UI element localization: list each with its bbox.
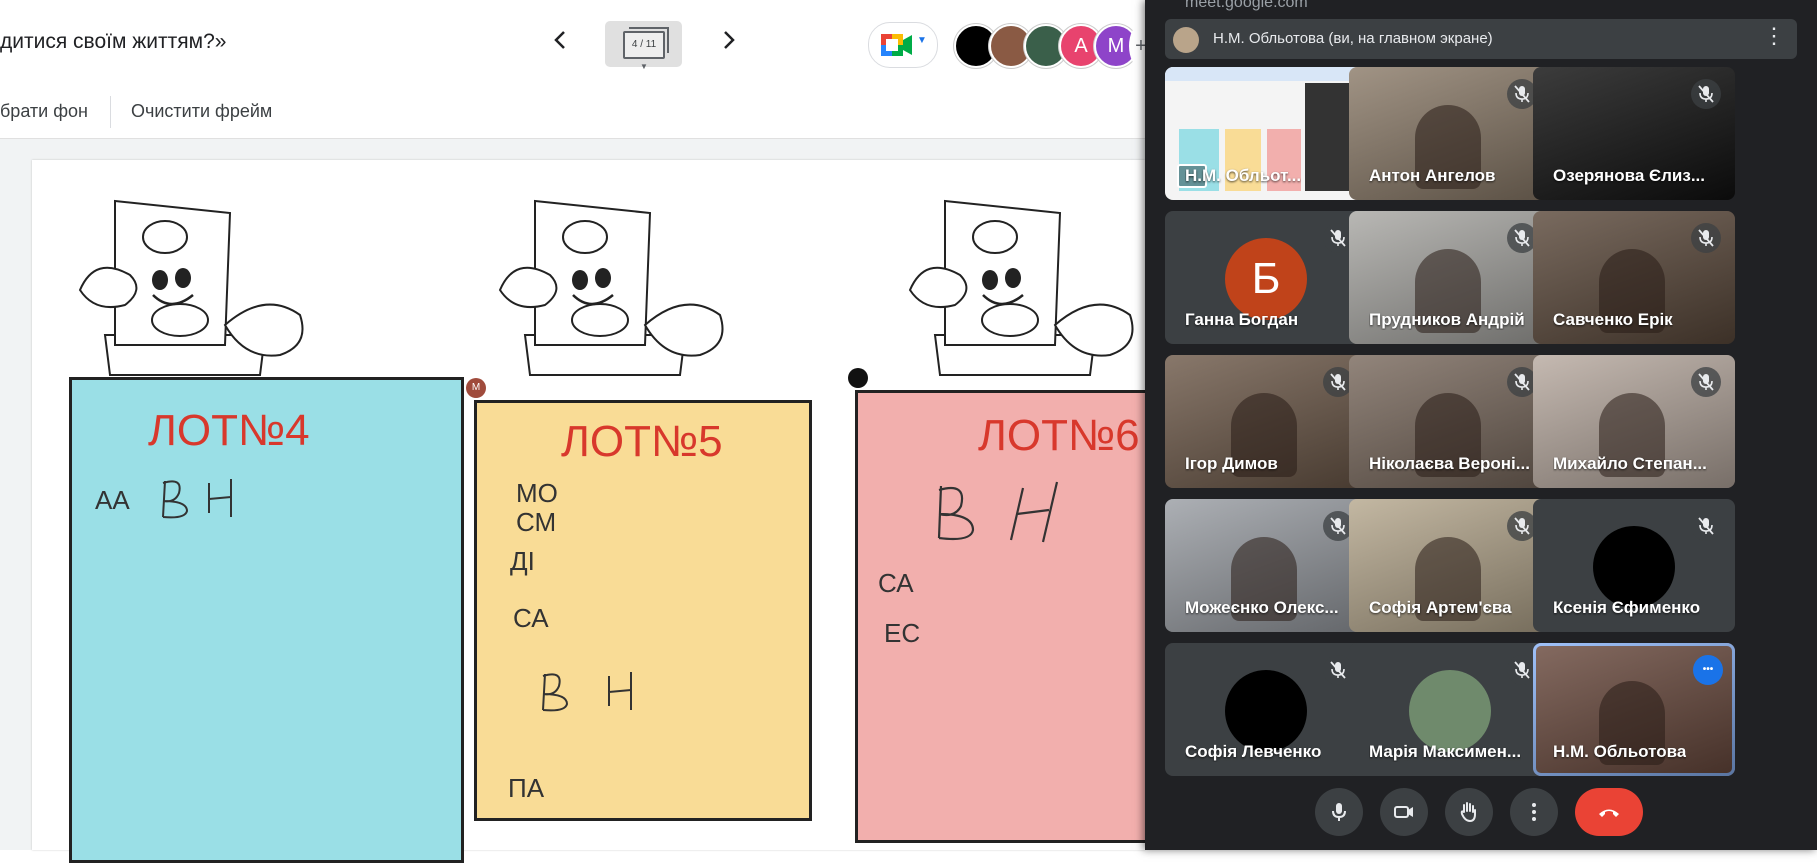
jamboard-header: дитися своїм життям?» 4 / 11 ▼ ▼ A M + xyxy=(0,0,1153,85)
avatar xyxy=(1173,27,1199,53)
participant-tile[interactable]: Софія Левченко xyxy=(1165,643,1367,776)
frame-indicator: 4 / 11 xyxy=(623,27,669,59)
money-cartoon-image xyxy=(78,199,304,376)
note-text: ЕС xyxy=(884,618,921,648)
google-meet-icon xyxy=(881,34,912,56)
participant-name: Прудников Андрій xyxy=(1369,310,1525,329)
frame-selector[interactable]: 4 / 11 ▼ xyxy=(605,21,682,71)
avatar xyxy=(1225,670,1307,752)
participant-tile[interactable]: Софія Артем'єва xyxy=(1349,499,1551,632)
more-vert-icon[interactable]: ⋮ xyxy=(1763,25,1785,47)
camera-icon xyxy=(1394,806,1413,818)
raise-hand-icon xyxy=(1460,802,1476,823)
handwriting-mark xyxy=(162,479,232,519)
participant-tile[interactable]: Ксенія Єфименко xyxy=(1533,499,1735,632)
end-call-button[interactable] xyxy=(1575,788,1643,836)
collaborator-cursor: M xyxy=(466,378,486,398)
mic-button[interactable] xyxy=(1315,788,1363,836)
participant-name: Озерянова Єлиз... xyxy=(1553,166,1706,185)
participant-name: Михайло Степан... xyxy=(1553,454,1707,473)
toolbar-divider xyxy=(110,96,111,128)
end-call-icon xyxy=(1599,809,1619,817)
avatar xyxy=(1409,670,1491,752)
participant-name: Марія Максимен... xyxy=(1369,742,1522,761)
next-frame-button[interactable] xyxy=(722,30,736,56)
set-background-button[interactable]: брати фон xyxy=(0,101,88,122)
avatar xyxy=(1593,526,1675,608)
participant-tile[interactable]: Ніколаєва Вероні... xyxy=(1349,355,1551,488)
avatar: Б xyxy=(1225,238,1307,320)
note-text: СА xyxy=(878,568,914,598)
note-title: ЛОТ№4 xyxy=(148,406,310,455)
participant-tile[interactable]: Б Ганна Богдан xyxy=(1165,211,1367,344)
raise-hand-button[interactable] xyxy=(1445,788,1493,836)
more-options-icon xyxy=(1532,803,1536,821)
participant-name: Ксенія Єфименко xyxy=(1553,598,1701,617)
clear-frame-button[interactable]: Очистити фрейм xyxy=(131,101,272,122)
participant-name: Можеєнко Олекс... xyxy=(1185,598,1339,617)
note-title: ЛОТ№5 xyxy=(561,417,723,466)
mic-off-icon xyxy=(1691,223,1721,253)
participant-name: Ігор Димов xyxy=(1185,454,1278,473)
note-title: ЛОТ№6 xyxy=(978,411,1140,460)
more-horiz-icon[interactable]: ••• xyxy=(1693,655,1723,685)
frame-toolbar: брати фон Очистити фрейм xyxy=(0,84,1145,139)
camera-button[interactable] xyxy=(1380,788,1428,836)
participant-tile[interactable]: Можеєнко Олекс... xyxy=(1165,499,1367,632)
meet-pip-window[interactable]: meet.google.com Н.М. Обльотова (ви, на г… xyxy=(1145,0,1817,850)
collaborator-cursor xyxy=(848,368,868,388)
participant-name: Антон Ангелов xyxy=(1369,166,1496,185)
more-options-button[interactable] xyxy=(1510,788,1558,836)
note-text: СМ xyxy=(516,507,557,537)
participant-tile[interactable]: Ігор Димов xyxy=(1165,355,1367,488)
participant-name: Н.М. Обльотова xyxy=(1553,742,1687,761)
note-text: ПА xyxy=(508,773,545,803)
mic-icon xyxy=(1332,803,1346,821)
handwriting-mark xyxy=(542,672,632,712)
sticky-note-lot6[interactable]: ЛОТ№6 СА ЕС xyxy=(855,390,1158,843)
chevron-down-icon: ▼ xyxy=(640,62,648,71)
participant-tile[interactable]: Марія Максимен... xyxy=(1349,643,1551,776)
participant-name: Софія Левченко xyxy=(1185,742,1322,761)
participant-name: Ніколаєва Вероні... xyxy=(1369,454,1530,473)
join-call-button[interactable]: ▼ xyxy=(868,22,938,68)
participant-tile[interactable]: Михайло Степан... xyxy=(1533,355,1735,488)
participant-tile[interactable]: Прудников Андрій xyxy=(1349,211,1551,344)
note-text: МО xyxy=(516,478,558,508)
participant-tile[interactable]: Савченко Ерік xyxy=(1533,211,1735,344)
participant-tile[interactable]: Антон Ангелов xyxy=(1349,67,1551,200)
note-text: ДІ xyxy=(510,546,535,576)
participant-tile[interactable]: Н.М. Обльот... xyxy=(1165,67,1367,200)
presenter-bar[interactable]: Н.М. Обльотова (ви, на главном экране) ⋮ xyxy=(1165,19,1797,59)
participant-name: Н.М. Обльот... xyxy=(1185,166,1302,185)
money-cartoon-image xyxy=(498,199,724,376)
participant-name: Ганна Богдан xyxy=(1185,310,1299,329)
participant-tile[interactable]: Озерянова Єлиз... xyxy=(1533,67,1735,200)
mic-off-icon xyxy=(1691,79,1721,109)
money-cartoon-image xyxy=(908,199,1134,376)
note-text: СА xyxy=(513,603,549,633)
participant-name: Савченко Ерік xyxy=(1553,310,1673,329)
presenter-label: Н.М. Обльотова (ви, на главном экране) xyxy=(1213,30,1493,47)
document-title[interactable]: дитися своїм життям?» xyxy=(0,30,226,54)
mic-off-icon xyxy=(1691,511,1721,541)
participant-name: Софія Артем'єва xyxy=(1369,598,1512,617)
window-url: meet.google.com xyxy=(1185,0,1308,11)
sticky-note-lot5[interactable]: ЛОТ№5 МО СМ ДІ СА ПА xyxy=(474,400,812,821)
sticky-note-lot4[interactable]: ЛОТ№4 АА xyxy=(69,377,464,863)
handwriting-mark xyxy=(937,481,1059,543)
previous-frame-button[interactable] xyxy=(553,30,567,56)
participant-tile[interactable]: ••• Н.М. Обльотова xyxy=(1533,643,1735,776)
mic-off-icon xyxy=(1691,367,1721,397)
chevron-down-icon: ▼ xyxy=(917,35,927,46)
note-text: АА xyxy=(95,485,130,515)
